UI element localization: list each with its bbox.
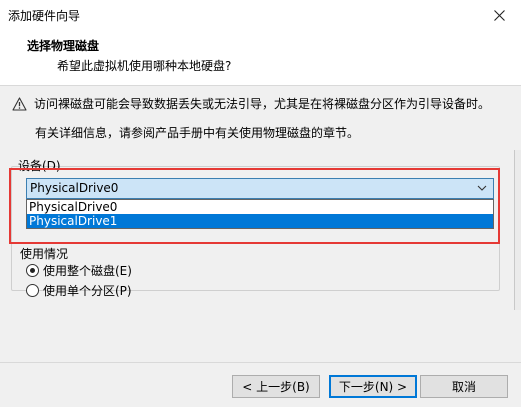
chevron-down-icon	[477, 185, 487, 191]
radio-button-checked[interactable]	[26, 264, 39, 277]
device-select[interactable]: PhysicalDrive0	[26, 178, 494, 199]
close-icon	[493, 9, 505, 21]
footer-divider	[0, 362, 521, 363]
warning-row: 访问裸磁盘可能会导致数据丢失或无法引导，尤其是在将裸磁盘分区作为引导设备时。	[12, 95, 490, 112]
device-label: 设备(D)	[18, 159, 61, 173]
page-title: 选择物理磁盘	[27, 39, 100, 53]
usage-label: 使用情况	[20, 247, 69, 261]
info-text: 有关详细信息，请参阅产品手册中有关使用物理磁盘的章节。	[35, 126, 360, 140]
title-bar: 添加硬件向导	[0, 0, 521, 30]
radio-entire-disk[interactable]: 使用整个磁盘(E)	[26, 262, 132, 279]
radio-label: 使用整个磁盘(E)	[43, 264, 132, 278]
radio-button[interactable]	[26, 284, 39, 297]
radio-single-partition[interactable]: 使用单个分区(P)	[26, 282, 132, 299]
cancel-button[interactable]: 取消	[420, 375, 508, 398]
next-button[interactable]: 下一步(N) >	[329, 375, 417, 398]
page-subtitle: 希望此虚拟机使用哪种本地硬盘?	[57, 59, 232, 73]
window-title: 添加硬件向导	[8, 9, 81, 23]
warning-text: 访问裸磁盘可能会导致数据丢失或无法引导，尤其是在将裸磁盘分区作为引导设备时。	[34, 97, 491, 111]
dropdown-option[interactable]: PhysicalDrive0	[27, 200, 493, 214]
dropdown-option-highlighted[interactable]: PhysicalDrive1	[27, 214, 493, 228]
wizard-window: 添加硬件向导 选择物理磁盘 希望此虚拟机使用哪种本地硬盘? 访问裸磁盘可能会导致…	[0, 0, 521, 407]
device-dropdown-list: PhysicalDrive0 PhysicalDrive1	[26, 199, 494, 229]
warning-icon	[12, 96, 27, 111]
back-button[interactable]: < 上一步(B)	[232, 375, 320, 398]
wizard-header: 选择物理磁盘 希望此虚拟机使用哪种本地硬盘?	[0, 30, 521, 86]
device-select-value: PhysicalDrive0	[30, 181, 119, 195]
window-edge	[514, 150, 521, 310]
close-button[interactable]	[477, 0, 521, 30]
radio-label: 使用单个分区(P)	[43, 284, 132, 298]
